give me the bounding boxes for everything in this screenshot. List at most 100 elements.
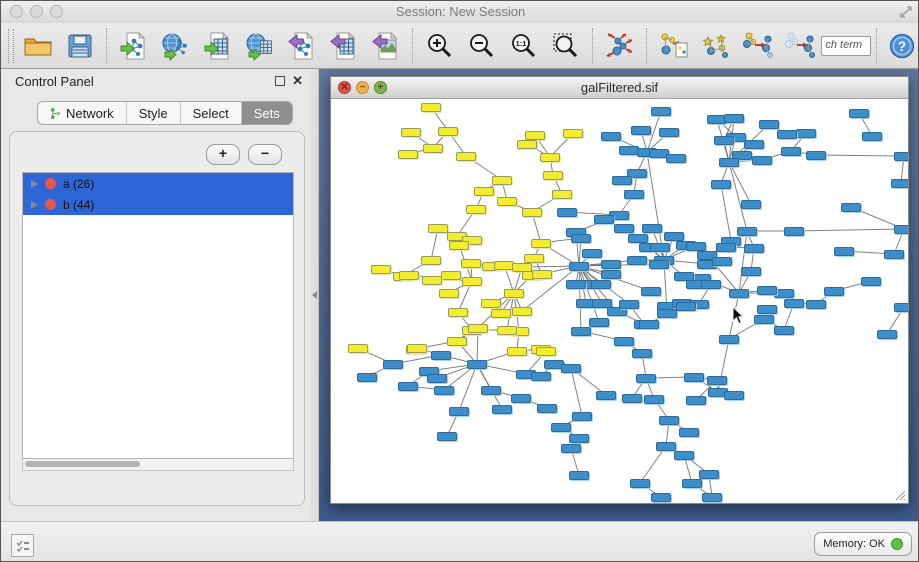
- graph-node-blue[interactable]: [884, 250, 904, 259]
- graph-node-blue[interactable]: [686, 242, 706, 251]
- import-network-web-button[interactable]: [155, 26, 197, 66]
- graph-node-blue[interactable]: [674, 451, 694, 460]
- tab-sets[interactable]: Sets: [242, 102, 292, 124]
- graph-node-blue[interactable]: [467, 360, 487, 369]
- graph-node-yellow[interactable]: [439, 289, 459, 298]
- graph-node-blue[interactable]: [894, 303, 908, 312]
- graph-node-blue[interactable]: [777, 130, 797, 139]
- graph-node-yellow[interactable]: [524, 254, 544, 263]
- graph-node-blue[interactable]: [631, 126, 651, 135]
- graph-node-blue[interactable]: [712, 257, 732, 266]
- graph-node-blue[interactable]: [601, 270, 621, 279]
- graph-node-blue[interactable]: [569, 471, 589, 480]
- graph-node-yellow[interactable]: [512, 307, 532, 316]
- graph-node-yellow[interactable]: [348, 344, 368, 353]
- graph-node-blue[interactable]: [784, 299, 804, 308]
- graph-node-blue[interactable]: [759, 120, 779, 129]
- graph-node-blue[interactable]: [357, 373, 377, 382]
- graph-node-yellow[interactable]: [522, 208, 542, 217]
- graph-node-blue[interactable]: [427, 374, 447, 383]
- graph-node-blue[interactable]: [699, 470, 719, 479]
- hide-selected-button[interactable]: [737, 26, 779, 66]
- graph-node-blue[interactable]: [707, 376, 727, 385]
- graph-node-yellow[interactable]: [536, 347, 556, 356]
- graph-node-yellow[interactable]: [466, 205, 486, 214]
- save-session-button[interactable]: [59, 26, 101, 66]
- fullscreen-icon[interactable]: [898, 4, 914, 20]
- graph-node-yellow[interactable]: [531, 239, 551, 248]
- graph-node-blue[interactable]: [561, 364, 581, 373]
- close-panel-icon[interactable]: ✕: [292, 74, 303, 88]
- graph-node-yellow[interactable]: [517, 140, 537, 149]
- graph-node-blue[interactable]: [557, 208, 577, 217]
- graph-node-yellow[interactable]: [491, 309, 511, 318]
- add-set-button[interactable]: +: [206, 144, 240, 165]
- graph-node-blue[interactable]: [537, 404, 557, 413]
- graph-node-blue[interactable]: [561, 444, 581, 453]
- graph-node-yellow[interactable]: [474, 187, 494, 196]
- graph-node-yellow[interactable]: [456, 152, 476, 161]
- graph-node-blue[interactable]: [632, 349, 652, 358]
- graph-node-blue[interactable]: [716, 243, 736, 252]
- graph-node-yellow[interactable]: [543, 171, 563, 180]
- graph-node-yellow[interactable]: [399, 271, 419, 280]
- graph-node-blue[interactable]: [729, 289, 749, 298]
- graph-node-yellow[interactable]: [552, 190, 572, 199]
- graph-node-blue[interactable]: [589, 318, 609, 327]
- tab-select[interactable]: Select: [181, 102, 242, 124]
- graph-node-blue[interactable]: [531, 372, 551, 381]
- remove-set-button[interactable]: −: [248, 144, 282, 165]
- graph-node-blue[interactable]: [796, 129, 816, 138]
- graph-node-blue[interactable]: [431, 351, 451, 360]
- show-all-button[interactable]: [779, 26, 821, 66]
- graph-node-blue[interactable]: [641, 287, 661, 296]
- set-list-item[interactable]: a (26): [23, 173, 293, 194]
- graph-node-blue[interactable]: [757, 305, 777, 314]
- import-table-web-button[interactable]: [239, 26, 281, 66]
- graph-node-blue[interactable]: [551, 423, 571, 432]
- graph-node-yellow[interactable]: [461, 259, 481, 268]
- graph-node-blue[interactable]: [569, 262, 589, 271]
- zoom-actual-button[interactable]: 1:1: [503, 26, 545, 66]
- graph-node-blue[interactable]: [686, 396, 706, 405]
- graph-node-blue[interactable]: [744, 140, 764, 149]
- graph-node-yellow[interactable]: [563, 129, 583, 138]
- task-history-button[interactable]: [11, 534, 34, 557]
- collapse-panel-icon[interactable]: [312, 291, 317, 299]
- graph-node-blue[interactable]: [650, 243, 670, 252]
- graph-node-blue[interactable]: [492, 405, 512, 414]
- graph-node-blue[interactable]: [684, 373, 704, 382]
- graph-node-blue[interactable]: [627, 256, 647, 265]
- zoom-out-button[interactable]: [461, 26, 503, 66]
- diffusion-layout-button[interactable]: [599, 26, 641, 66]
- scrollbar-thumb[interactable]: [25, 461, 140, 467]
- zoom-fit-selected-button[interactable]: [545, 26, 587, 66]
- graph-node-blue[interactable]: [737, 227, 757, 236]
- graph-node-blue[interactable]: [437, 432, 457, 441]
- graph-node-yellow[interactable]: [421, 103, 441, 112]
- export-table-button[interactable]: [323, 26, 365, 66]
- graph-node-yellow[interactable]: [525, 131, 545, 140]
- graph-node-blue[interactable]: [582, 249, 602, 258]
- graph-node-blue[interactable]: [724, 114, 744, 123]
- graph-node-yellow[interactable]: [448, 308, 468, 317]
- open-session-button[interactable]: [17, 26, 59, 66]
- graph-node-yellow[interactable]: [407, 344, 427, 353]
- import-table-file-button[interactable]: [197, 26, 239, 66]
- graph-node-blue[interactable]: [757, 286, 777, 295]
- graph-node-blue[interactable]: [834, 247, 854, 256]
- graph-node-blue[interactable]: [601, 132, 621, 141]
- graph-node-blue[interactable]: [591, 280, 611, 289]
- graph-node-blue[interactable]: [624, 190, 644, 199]
- network-window-titlebar[interactable]: ✕ − + galFiltered.sif: [331, 77, 908, 99]
- graph-node-blue[interactable]: [724, 391, 744, 400]
- graph-node-yellow[interactable]: [492, 176, 512, 185]
- graph-node-yellow[interactable]: [504, 289, 524, 298]
- graph-node-yellow[interactable]: [438, 127, 458, 136]
- select-first-neighbors-button[interactable]: [695, 26, 737, 66]
- graph-node-blue[interactable]: [651, 107, 671, 116]
- graph-node-blue[interactable]: [511, 394, 531, 403]
- graph-node-blue[interactable]: [659, 128, 679, 137]
- graph-node-blue[interactable]: [861, 277, 881, 286]
- graph-node-blue[interactable]: [636, 374, 656, 383]
